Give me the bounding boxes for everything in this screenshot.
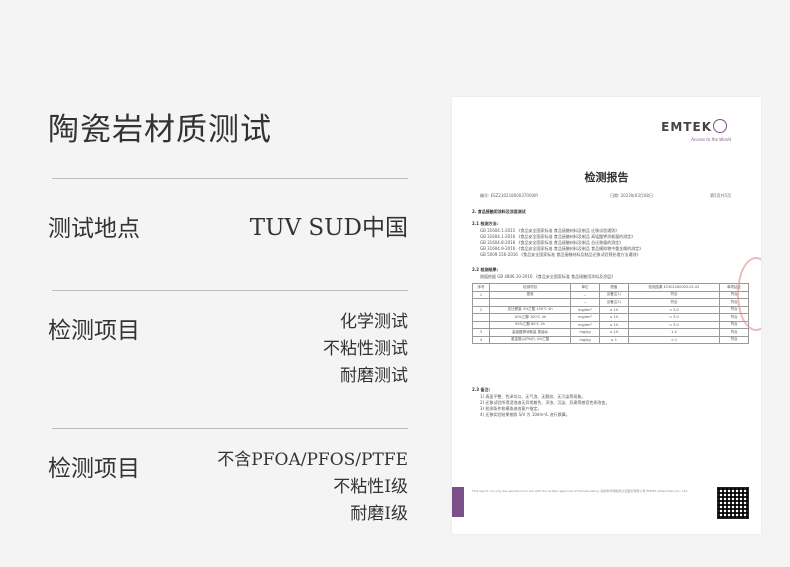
table-cell: 见备注2) [598,298,629,307]
table-cell: 1.4 [627,328,721,337]
table-cell: ≤ 10 [598,328,629,337]
table-cell: mg/dm² [570,320,600,329]
table-row: 4 重金属(以Pb计) 4%乙酸 mg/kg ≤ 1 < 1 符合 [472,335,749,344]
table-header: 单位 [570,283,600,292]
report-page: 第5页共5页 [710,193,732,198]
note-item: 4) 迁移实验结果按照 S/V 为 10dm²/L 进行换算。 [480,412,570,417]
table-row: 95%乙醇 60℃ 4h mg/dm² ≤ 10 < 3.0 符合 [472,320,749,329]
report-title: 检测报告 [584,171,629,184]
table-cell [472,298,490,307]
standard-line: 限值依据 GB 4806.10-2016 《食品安全国家标准 食品接触用涂料及涂… [480,274,616,279]
value-item: 不粘性I级 [333,477,408,497]
table-row: 3 高锰酸钾消耗量 蒸馏水 mg/kg ≤ 10 1.4 符合 [472,328,749,337]
footer-accent [452,487,464,517]
section-heading: 2.2 检测结果: [472,267,499,272]
test-report-document: EMTEK Access to the World 检测报告 编号: ESZ23… [452,97,761,534]
results-table: 序号 检测项目 单位 限值 检测结果 E2302180003-01.02 单项结… [472,283,749,344]
table-cell: 4 [472,335,490,344]
table-cell: ≤ 10 [598,305,629,314]
table-cell: mg/kg [570,328,600,337]
table-cell: 总迁移量 4%乙酸 100℃ 4h [488,305,572,314]
table-cell: ≤ 1 [598,335,629,344]
table-row: 2 总迁移量 4%乙酸 100℃ 4h mg/dm² ≤ 10 < 3.0 符合 [472,305,749,314]
row-values-results: 不含PFOA/PFOS/PTFE 不粘性I级 耐磨I级 [217,447,408,528]
table-cell: 符合 [627,290,721,299]
table-cell: -- [570,290,600,299]
table-cell: < 3.0 [627,313,721,322]
methods-list: GB 31604.1-2015 《食品安全国家标准 食品接触材料及制品 迁移试验… [480,228,643,258]
value-item: 耐磨测试 [340,366,408,386]
table-cell: 95%乙醇 60℃ 4h [488,320,572,329]
table-cell: ≤ 10 [598,320,629,329]
page-title: 陶瓷岩材质测试 [48,112,272,148]
value-item: 不含PFOA/PFOS/PTFE [217,450,408,470]
table-cell: 见备注1) [598,290,629,299]
logo-tagline: Access to the World [691,137,731,142]
table-cell: 符合 [627,298,721,307]
section-heading: 2.1 检测方法: [472,221,499,226]
qr-code-icon [717,487,749,519]
table-cell: 10%乙醇 100℃ 4h [488,313,572,322]
row-label-items: 检测项目 [48,318,140,344]
table-cell: -- [570,298,600,307]
table-cell: 符合 [719,328,749,337]
method-item: GB 5009.156-2016 《食品安全国家标准 食品接触材料及制品迁移试验… [480,252,641,257]
table-header-row: 序号 检测项目 单位 限值 检测结果 E2302180003-01.02 单项结… [472,283,749,292]
table-cell [488,298,572,307]
table-cell: ≤ 10 [598,313,629,322]
table-cell [472,320,490,329]
divider [52,290,408,291]
table-row: 1 感官 -- 见备注1) 符合 符合 [472,290,749,299]
row-label-results: 检测项目 [48,456,140,482]
logo-mark-icon [713,119,727,133]
section-heading: 2.3 备注: [472,387,491,392]
report-date: 日期: 2023年03月08日 [610,193,653,198]
table-cell: mg/kg [570,335,600,344]
divider [52,428,408,429]
emtek-logo: EMTEK [661,119,727,134]
value-item: 化学测试 [340,312,408,332]
table-cell: mg/dm² [570,305,600,314]
value-item: 不粘性测试 [323,339,408,359]
table-cell: < 3.0 [627,320,721,329]
table-cell: < 3.0 [627,305,721,314]
table-header: 检测项目 [488,283,572,292]
notes-list: 1) 表面平整、色泽均匀、无气泡、无裂纹、无污染等现象。 2) 迁移试验所得浸泡… [480,394,609,418]
value-item: 耐磨I级 [350,504,408,524]
table-row: -- 见备注2) 符合 符合 [472,298,749,307]
row-value-location: TUV SUD中国 [249,215,408,241]
report-number: 编号: ESZ23021800037000IR [480,193,539,198]
table-header: 限值 [598,283,629,292]
table-cell: < 1 [627,335,721,344]
table-cell [472,313,490,322]
table-cell: 感官 [488,290,572,299]
table-cell: mg/dm² [570,313,600,322]
section-heading: 2. 食品接触用涂料及涂层测试 [472,209,526,214]
table-header: 序号 [472,283,490,292]
table-row: 10%乙醇 100℃ 4h mg/dm² ≤ 10 < 3.0 符合 [472,313,749,322]
table-cell: 1 [472,290,490,299]
table-header: 检测结果 E2302180003-01.02 [627,283,721,292]
table-cell: 3 [472,328,490,337]
table-cell: 2 [472,305,490,314]
row-values-items: 化学测试 不粘性测试 耐磨测试 [323,309,408,390]
table-cell: 符合 [719,335,749,344]
footer-text: This report can only be reproduced in fu… [472,489,689,493]
divider [52,178,408,179]
table-cell: 高锰酸钾消耗量 蒸馏水 [488,328,572,337]
row-label-location: 测试地点 [48,216,140,242]
table-cell: 重金属(以Pb计) 4%乙酸 [488,335,572,344]
